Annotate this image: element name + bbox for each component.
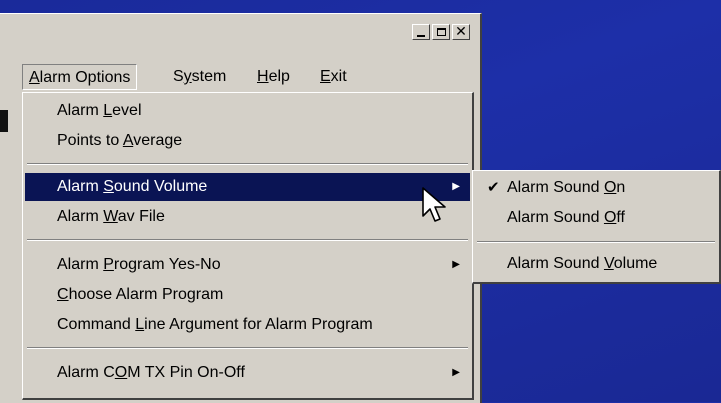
item-label-mnemonic: C: [57, 286, 69, 303]
item-label-pre: Alarm Sound: [507, 179, 604, 196]
menu-item-alarm-program-yes-no[interactable]: Alarm Program Yes-No ▶: [25, 251, 470, 279]
item-label-pre: Alarm: [57, 102, 104, 119]
item-label-post: ff: [616, 209, 625, 226]
item-label-mnemonic: W: [103, 208, 118, 225]
item-label-pre: Alarm: [57, 256, 104, 273]
item-label-post: rogram Yes-No: [113, 256, 221, 273]
item-label-mnemonic: A: [122, 132, 134, 149]
item-label-post: evel: [112, 102, 142, 119]
menu-system[interactable]: System: [167, 64, 232, 90]
item-label-post: av File: [117, 208, 165, 225]
item-label-mnemonic: S: [103, 178, 114, 195]
menu-item-choose-alarm-program[interactable]: Choose Alarm Program: [25, 281, 470, 309]
minimize-button[interactable]: [412, 24, 430, 40]
submenu-item-alarm-sound-off[interactable]: Alarm Sound Off: [475, 203, 717, 233]
menu-label-mnemonic: E: [320, 68, 331, 85]
submenu-arrow-icon: ▶: [452, 367, 460, 378]
maximize-icon: [436, 28, 446, 36]
item-label-pre: Alarm: [57, 178, 104, 195]
menu-help[interactable]: Help: [251, 64, 296, 90]
item-label-mnemonic: V: [603, 255, 614, 272]
item-label-pre: Alarm C: [57, 364, 115, 381]
menu-label-post: larm Options: [39, 69, 131, 86]
close-icon: ✕: [455, 24, 467, 40]
submenu-arrow-icon: ▶: [452, 181, 460, 192]
item-label-mnemonic: O: [114, 364, 128, 381]
item-label-post: M TX Pin On-Off: [127, 364, 245, 381]
menu-item-alarm-level[interactable]: Alarm Level: [25, 97, 470, 125]
menu-bar: Alarm Options System Help Exit: [0, 64, 480, 90]
menu-separator: [27, 347, 468, 349]
item-label-post: olume: [613, 255, 658, 272]
menu-separator: [477, 241, 715, 243]
item-label-pre: Alarm Sound: [507, 255, 604, 272]
menu-item-alarm-com-tx-pin[interactable]: Alarm COM TX Pin On-Off ▶: [25, 359, 470, 387]
item-label-post: hoose Alarm Program: [68, 286, 224, 303]
partial-control-edge: [0, 110, 8, 132]
item-label-post: verage: [133, 132, 183, 149]
alarm-sound-volume-submenu: ✔ Alarm Sound On Alarm Sound Off Alarm S…: [472, 170, 721, 284]
submenu-item-alarm-sound-volume[interactable]: Alarm Sound Volume: [475, 249, 717, 279]
item-label-mnemonic: L: [103, 102, 113, 119]
item-label-post: ine Argument for Alarm Program: [144, 316, 373, 333]
menu-separator: [27, 163, 468, 165]
checkmark-icon: ✔: [487, 179, 500, 196]
menu-exit[interactable]: Exit: [314, 64, 353, 90]
minimize-icon: [417, 35, 425, 37]
item-label-pre: Points to: [57, 132, 123, 149]
menu-label-pre: S: [173, 68, 184, 85]
item-label-pre: Alarm: [57, 208, 104, 225]
maximize-button[interactable]: [432, 24, 450, 40]
menu-label-mnemonic: y: [183, 68, 192, 85]
item-label-mnemonic: O: [603, 209, 617, 226]
item-label-pre: Command: [57, 316, 136, 333]
item-label-mnemonic: O: [603, 179, 617, 196]
menu-label-post: elp: [268, 68, 290, 85]
close-button[interactable]: ✕: [452, 24, 470, 40]
menu-label-mnemonic: H: [257, 68, 269, 85]
menu-item-alarm-wav-file[interactable]: Alarm Wav File: [25, 203, 470, 231]
item-label-pre: Alarm Sound: [507, 209, 604, 226]
window-controls: ✕: [412, 24, 470, 40]
item-label-mnemonic: P: [103, 256, 114, 273]
title-bar[interactable]: ✕: [0, 14, 480, 50]
item-label-mnemonic: L: [135, 316, 145, 333]
item-label-post: n: [616, 179, 626, 196]
submenu-arrow-icon: ▶: [452, 259, 460, 270]
menu-item-alarm-sound-volume[interactable]: Alarm Sound Volume ▶: [25, 173, 470, 201]
submenu-item-alarm-sound-on[interactable]: ✔ Alarm Sound On: [475, 173, 717, 203]
menu-item-points-to-average[interactable]: Points to Average: [25, 127, 470, 155]
menu-item-command-line-argument[interactable]: Command Line Argument for Alarm Program: [25, 311, 470, 339]
menu-alarm-options[interactable]: Alarm Options: [22, 64, 138, 90]
menu-label-post: xit: [330, 68, 347, 85]
menu-separator: [27, 239, 468, 241]
item-label-post: ound Volume: [113, 178, 208, 195]
menu-label-post: stem: [191, 68, 227, 85]
alarm-options-dropdown: Alarm Level Points to Average Alarm Soun…: [22, 92, 474, 400]
mouse-pointer-icon: [422, 187, 446, 222]
menu-label-mnemonic: A: [29, 69, 40, 86]
